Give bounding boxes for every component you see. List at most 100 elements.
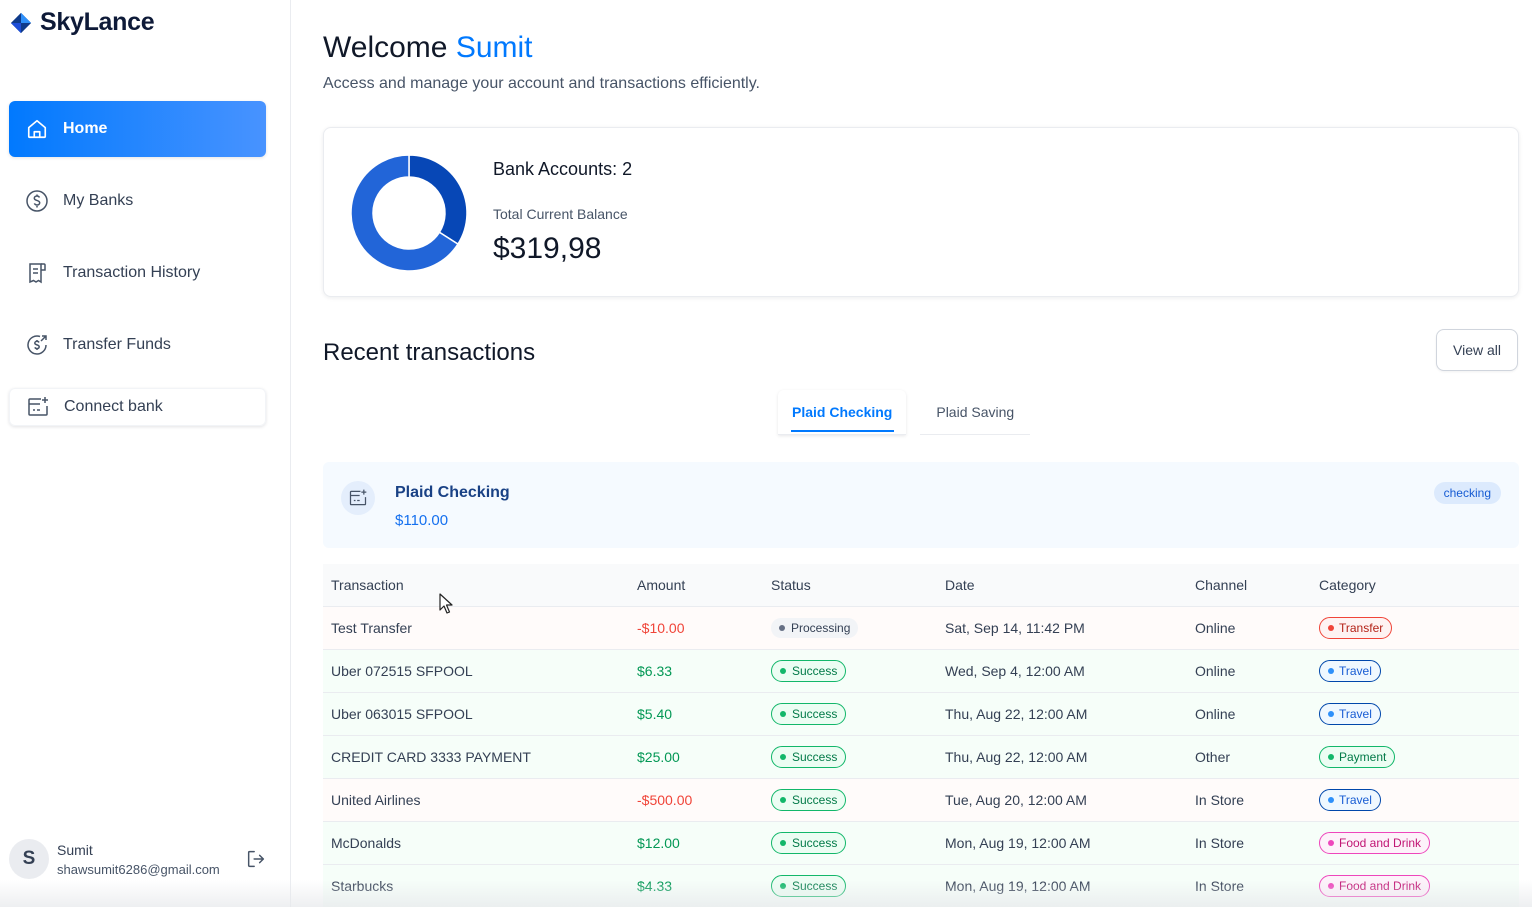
bank-balance: $110.00 bbox=[395, 512, 449, 529]
category-dot bbox=[1328, 753, 1334, 760]
logo-icon bbox=[10, 12, 32, 33]
transaction-amount: $25.00 bbox=[629, 735, 763, 779]
table-row[interactable]: United Airlines -$500.00 Success Tue, Aug 2… bbox=[323, 778, 1519, 822]
column-header-transaction: Transaction bbox=[323, 564, 629, 607]
welcome-user-name: Sumit bbox=[455, 31, 533, 64]
transaction-amount: $5.40 bbox=[629, 692, 763, 736]
table-row[interactable]: McDonalds $12.00 Success Mon, Aug 19, 12:00… bbox=[323, 821, 1519, 865]
status-label: Success bbox=[792, 835, 838, 850]
bank-card-icon-wrap bbox=[341, 481, 375, 515]
table-row[interactable]: Uber 072515 SFPOOL $6.33 Success Wed, Sep 4… bbox=[323, 649, 1519, 693]
status-dot bbox=[780, 839, 786, 846]
transaction-date: Sat, Sep 14, 11:42 PM bbox=[937, 606, 1187, 650]
balance-donut-chart bbox=[350, 154, 468, 272]
welcome-text: Welcome bbox=[323, 31, 448, 64]
transaction-amount: $12.00 bbox=[629, 821, 763, 865]
transaction-channel: Online bbox=[1187, 606, 1311, 650]
status-badge: Processing bbox=[771, 617, 859, 638]
app-name: SkyLance bbox=[40, 8, 155, 36]
mouse-cursor-icon bbox=[439, 593, 453, 614]
logout-icon[interactable] bbox=[245, 848, 267, 870]
status-label: Success bbox=[792, 878, 838, 893]
transaction-status: Processing bbox=[763, 606, 937, 650]
status-badge: Success bbox=[771, 831, 847, 854]
transaction-status: Success bbox=[763, 778, 937, 822]
category-label: Payment bbox=[1339, 749, 1387, 764]
sidebar-item-connect-bank[interactable]: Connect bank bbox=[9, 388, 266, 426]
donut-segment bbox=[408, 154, 468, 246]
status-dot bbox=[780, 753, 786, 760]
status-label: Processing bbox=[791, 620, 851, 635]
transaction-status: Success bbox=[763, 649, 937, 693]
user-profile: S Sumit shawsumit6286@gmail.com bbox=[9, 838, 279, 880]
transaction-amount: $6.33 bbox=[629, 649, 763, 693]
transaction-category: Food and Drink bbox=[1311, 821, 1519, 865]
column-header-channel: Channel bbox=[1187, 564, 1311, 607]
home-icon bbox=[25, 117, 49, 141]
total-balance-label: Total Current Balance bbox=[493, 206, 628, 222]
transaction-status: Success bbox=[763, 692, 937, 736]
recent-transactions-title: Recent transactions bbox=[323, 339, 536, 366]
bank-accounts-count: Bank Accounts: 2 bbox=[493, 159, 633, 179]
account-tabs: Plaid Checking Plaid Saving bbox=[778, 390, 1031, 435]
status-badge: Success bbox=[771, 788, 847, 811]
amount-value: $25.00 bbox=[637, 748, 680, 765]
category-badge: Food and Drink bbox=[1319, 831, 1431, 854]
table-row[interactable]: Test Transfer -$10.00 Processing Sat, Sep 1… bbox=[323, 606, 1519, 650]
transaction-channel: Online bbox=[1187, 692, 1311, 736]
category-label: Travel bbox=[1339, 792, 1372, 807]
sidebar-item-my-banks[interactable]: My Banks bbox=[9, 173, 266, 229]
receipt-icon bbox=[25, 261, 49, 285]
transaction-category: Payment bbox=[1311, 735, 1519, 779]
sidebar-item-home[interactable]: Home bbox=[9, 101, 266, 157]
status-label: Success bbox=[792, 663, 838, 678]
view-all-button[interactable]: View all bbox=[1436, 329, 1518, 371]
account-type-badge: checking bbox=[1433, 482, 1501, 504]
sidebar-item-transfer-funds[interactable]: Transfer Funds bbox=[9, 317, 266, 373]
category-label: Transfer bbox=[1339, 620, 1384, 635]
transaction-date: Thu, Aug 22, 12:00 AM bbox=[937, 735, 1187, 779]
category-badge: Travel bbox=[1319, 659, 1381, 682]
transaction-category: Travel bbox=[1311, 778, 1519, 822]
transaction-status: Success bbox=[763, 735, 937, 779]
status-badge: Success bbox=[771, 874, 847, 897]
app-logo[interactable]: SkyLance bbox=[10, 8, 155, 37]
sidebar-item-label: Transfer Funds bbox=[63, 336, 171, 353]
category-dot bbox=[1328, 839, 1334, 846]
transaction-date: Tue, Aug 20, 12:00 AM bbox=[937, 778, 1187, 822]
category-label: Travel bbox=[1339, 663, 1372, 678]
transaction-name: Uber 063015 SFPOOL bbox=[323, 692, 629, 736]
total-balance-value: $319,98 bbox=[493, 232, 602, 265]
transaction-name: United Airlines bbox=[323, 778, 629, 822]
status-badge: Success bbox=[771, 745, 847, 768]
sidebar: SkyLance Home My Banks Transaction Histo… bbox=[0, 0, 291, 907]
sidebar-item-label: My Banks bbox=[63, 192, 134, 209]
transaction-name: McDonalds bbox=[323, 821, 629, 865]
sidebar-item-transaction-history[interactable]: Transaction History bbox=[9, 245, 266, 301]
page-title: Welcome Sumit bbox=[323, 31, 533, 65]
transaction-date: Mon, Aug 19, 12:00 AM bbox=[937, 821, 1187, 865]
transaction-date: Thu, Aug 22, 12:00 AM bbox=[937, 692, 1187, 736]
category-label: Food and Drink bbox=[1339, 878, 1422, 893]
user-email: shawsumit6286@gmail.com bbox=[57, 861, 220, 877]
transaction-name: Test Transfer bbox=[323, 606, 629, 650]
status-dot bbox=[780, 667, 786, 674]
transaction-amount: -$500.00 bbox=[629, 778, 763, 822]
table-row[interactable]: Starbucks $4.33 Success Mon, Aug 19, 12:00 … bbox=[323, 864, 1519, 907]
transaction-channel: In Store bbox=[1187, 778, 1311, 822]
table-row[interactable]: CREDIT CARD 3333 PAYMENT $25.00 Success Thu… bbox=[323, 735, 1519, 779]
bank-info-card[interactable]: Plaid Checking $110.00 checking bbox=[323, 462, 1519, 548]
transaction-name: Starbucks bbox=[323, 864, 629, 907]
transaction-channel: In Store bbox=[1187, 821, 1311, 865]
transaction-category: Travel bbox=[1311, 649, 1519, 693]
table-row[interactable]: Uber 063015 SFPOOL $5.40 Success Thu, Aug 2… bbox=[323, 692, 1519, 736]
dollar-circle-icon bbox=[25, 189, 49, 213]
tab-plaid-saving[interactable]: Plaid Saving bbox=[920, 390, 1031, 435]
amount-value: -$10.00 bbox=[637, 619, 685, 636]
category-badge: Payment bbox=[1319, 745, 1396, 768]
transaction-channel: Other bbox=[1187, 735, 1311, 779]
user-name: Sumit bbox=[57, 841, 93, 858]
tab-plaid-checking[interactable]: Plaid Checking bbox=[778, 390, 907, 435]
category-badge: Food and Drink bbox=[1319, 874, 1431, 897]
connect-bank-icon bbox=[349, 489, 367, 506]
